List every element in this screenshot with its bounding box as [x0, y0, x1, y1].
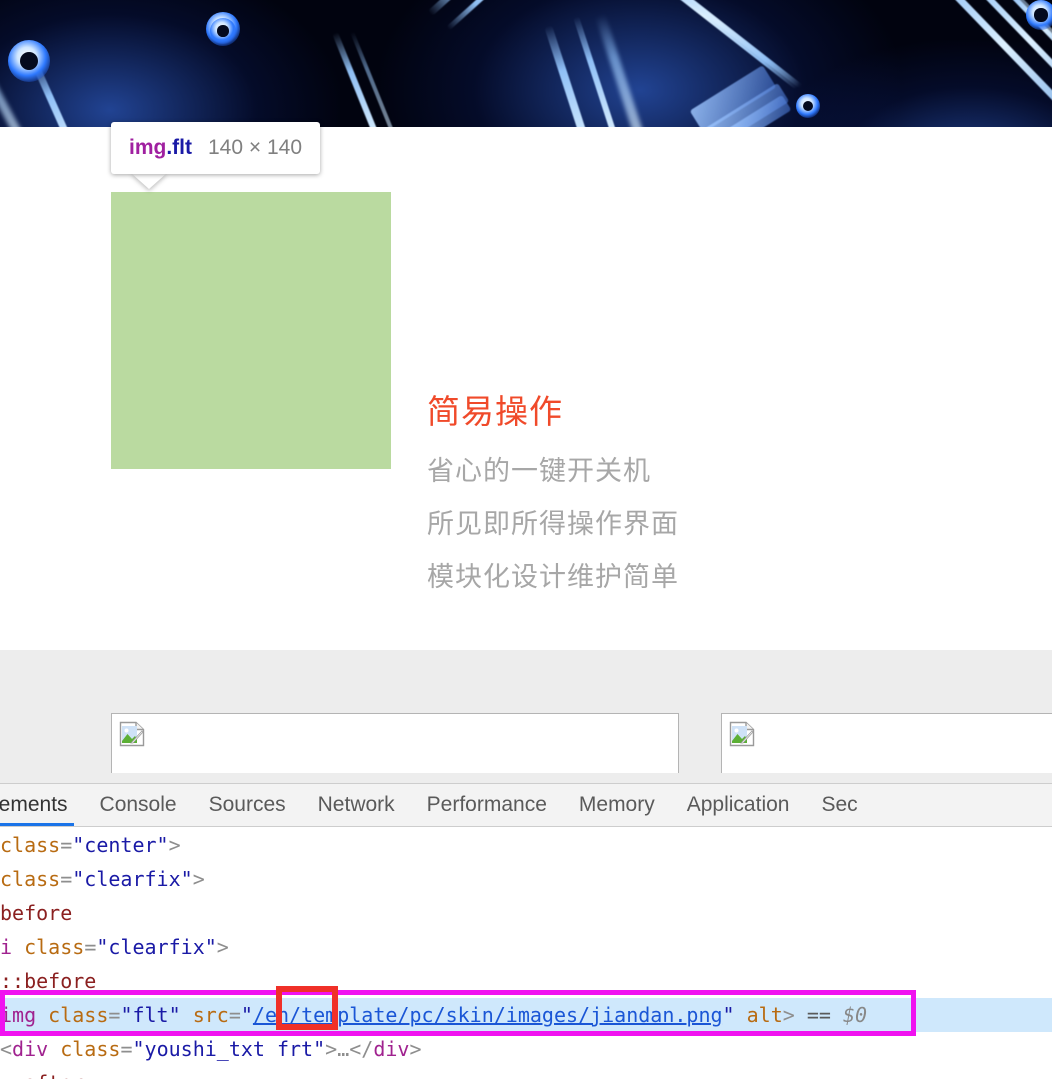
- page-viewport: 简易操作 省心的一键开关机 所见即所得操作界面 模块化设计维护简单 img.fl…: [0, 0, 1052, 783]
- devtools-tab-sec[interactable]: Sec: [805, 784, 873, 826]
- dom-token-punct: =: [60, 867, 73, 891]
- devtools-tab-memory[interactable]: Memory: [563, 784, 671, 826]
- dom-token-punct: =: [84, 935, 97, 959]
- devtools-tab-sources[interactable]: Sources: [193, 784, 302, 826]
- dom-token-plain: [795, 1003, 807, 1027]
- tooltip-tag-name: img: [129, 136, 167, 159]
- dom-token-tag: i: [0, 935, 25, 959]
- dom-token-punct: >: [325, 1037, 338, 1061]
- devtools-dom-tree[interactable]: class="center"> class="clearfix"> before i …: [0, 828, 1052, 1079]
- tooltip-dimensions: 140 × 140: [208, 136, 303, 159]
- devtools-inspect-tooltip: img.flt 140 × 140: [111, 122, 321, 174]
- banner-circuit-node: [210, 18, 236, 44]
- dom-row[interactable]: ::after: [0, 1066, 1052, 1079]
- dom-token-punct: >: [409, 1037, 422, 1061]
- devtools-tab-lements[interactable]: lements: [0, 784, 84, 826]
- dom-token-val: "clearfix": [72, 867, 193, 891]
- feature-line-1: 省心的一键开关机: [427, 455, 651, 486]
- dom-row-selected[interactable]: img class="flt" src="/en/template/pc/ski…: [0, 998, 1052, 1032]
- dom-token-eq: ==: [806, 1003, 831, 1027]
- dom-token-pseudo: ::after: [0, 1071, 84, 1079]
- dom-token-val: ": [722, 1003, 735, 1027]
- gray-section-band: [0, 650, 1052, 783]
- dom-token-attr: class: [60, 1037, 121, 1061]
- dom-token-val: "flt": [120, 1003, 181, 1027]
- dom-token-punct: =: [228, 1003, 241, 1027]
- dom-token-plain: [181, 1003, 193, 1027]
- dom-token-punct: >: [192, 867, 205, 891]
- dom-token-plain: [831, 1003, 843, 1027]
- devtools-panel: lements Console Sources Network Performance M…: [0, 783, 1052, 1079]
- feature-line-2: 所见即所得操作界面: [427, 508, 679, 539]
- dom-row[interactable]: class="clearfix">: [0, 862, 1052, 896]
- broken-image-container-2: [721, 713, 1052, 773]
- dom-row[interactable]: i class="clearfix">: [0, 930, 1052, 964]
- dom-token-attr: alt: [746, 1003, 783, 1027]
- dom-row[interactable]: <div class="youshi_txt frt">…</div>: [0, 1032, 1052, 1066]
- dom-token-punct: <: [0, 1037, 13, 1061]
- devtools-tab-console[interactable]: Console: [84, 784, 193, 826]
- hero-banner-image: [0, 0, 1052, 127]
- dom-token-punct: >: [782, 1003, 795, 1027]
- dom-row[interactable]: before: [0, 896, 1052, 930]
- devtools-tab-network[interactable]: Network: [302, 784, 411, 826]
- tooltip-selector: img.flt: [129, 136, 192, 160]
- dom-row[interactable]: class="center">: [0, 828, 1052, 862]
- dom-token-dollar: $0: [842, 1003, 868, 1027]
- devtools-tab-application[interactable]: Application: [671, 784, 806, 826]
- devtools-tab-bar: lements Console Sources Network Performance M…: [0, 784, 1052, 827]
- tooltip-tag-class: .flt: [166, 136, 192, 159]
- dom-token-punct: </: [349, 1037, 374, 1061]
- dom-token-pseudo: before: [0, 901, 73, 925]
- dom-token-val: "youshi_txt frt": [132, 1037, 326, 1061]
- dom-token-val: "center": [72, 833, 169, 857]
- dom-token-punct: =: [120, 1037, 133, 1061]
- dom-token-attr: src: [192, 1003, 229, 1027]
- banner-circuit-node: [8, 40, 50, 82]
- dom-token-tag: div: [373, 1037, 410, 1061]
- dom-token-plain: [735, 1003, 747, 1027]
- banner-circuit-node: [1026, 0, 1052, 30]
- banner-circuit-node: [796, 94, 820, 118]
- broken-image-icon: [729, 721, 755, 747]
- dom-token-pseudo: ::before: [0, 969, 97, 993]
- devtools-element-highlight-box: [111, 192, 391, 469]
- dom-token-punct: >: [216, 935, 229, 959]
- screenshot-root: 简易操作 省心的一键开关机 所见即所得操作界面 模块化设计维护简单 img.fl…: [0, 0, 1052, 1079]
- broken-image-icon: [119, 721, 145, 747]
- tooltip-arrow-icon: [131, 173, 167, 189]
- banner-background: [0, 0, 1052, 127]
- dom-token-link[interactable]: /en/template/pc/skin/images/jiandan.png: [253, 1003, 723, 1027]
- feature-title: 简易操作: [427, 393, 563, 430]
- devtools-tab-performance[interactable]: Performance: [411, 784, 563, 826]
- dom-token-punct: =: [60, 833, 73, 857]
- feature-text-block: 简易操作 省心的一键开关机 所见即所得操作界面 模块化设计维护简单: [427, 392, 847, 617]
- dom-token-punct: >: [168, 833, 181, 857]
- broken-image-container-1: [111, 713, 679, 773]
- dom-token-attr: class: [24, 935, 85, 959]
- dom-token-punct: =: [108, 1003, 121, 1027]
- dom-token-tag: img: [0, 1003, 49, 1027]
- feature-line-3: 模块化设计维护简单: [427, 561, 679, 592]
- dom-row[interactable]: ::before: [0, 964, 1052, 998]
- dom-token-tag: div: [12, 1037, 61, 1061]
- dom-token-attr: class: [0, 833, 61, 857]
- dom-token-attr: class: [0, 867, 61, 891]
- dom-token-val: "clearfix": [96, 935, 217, 959]
- dom-token-ellipsis: …: [337, 1037, 350, 1061]
- dom-token-val: ": [240, 1003, 253, 1027]
- dom-token-attr: class: [48, 1003, 109, 1027]
